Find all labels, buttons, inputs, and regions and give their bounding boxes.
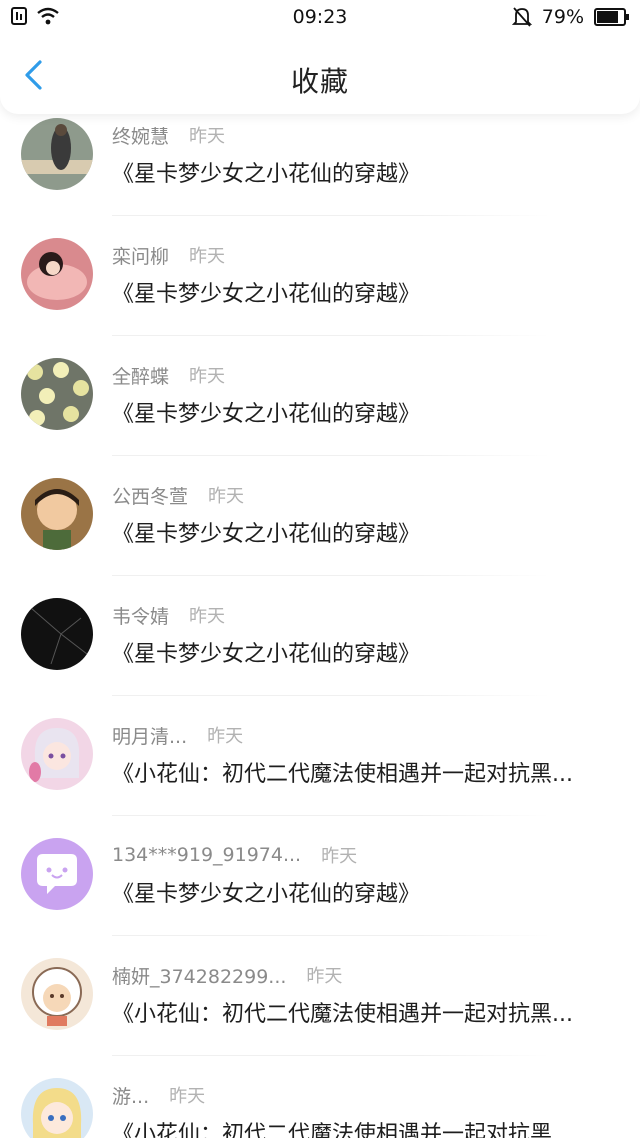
avatar[interactable] <box>21 238 93 310</box>
mute-bell-icon <box>511 7 532 27</box>
book-title[interactable]: 《星卡梦少女之小花仙的穿越》 <box>112 876 617 908</box>
page-title: 收藏 <box>290 65 349 98</box>
item-meta: 栾问柳 昨天 <box>112 242 225 268</box>
avatar[interactable] <box>21 598 93 670</box>
book-title[interactable]: 《星卡梦少女之小花仙的穿越》 <box>112 276 617 308</box>
status-bar: 09:23 79% <box>0 0 640 34</box>
item-date: 昨天 <box>189 246 226 267</box>
book-title[interactable]: 《星卡梦少女之小花仙的穿越》 <box>112 156 617 188</box>
user-name[interactable]: 公西冬萱 <box>112 482 188 509</box>
list-item[interactable]: 134***919_91974... 昨天 《星卡梦少女之小花仙的穿越》 <box>0 816 640 936</box>
item-date: 昨天 <box>207 726 244 747</box>
item-meta: 游... 昨天 <box>112 1082 205 1108</box>
item-date: 昨天 <box>189 126 226 147</box>
book-title[interactable]: 《小花仙：初代二代魔法使相遇并一起对抗黑... <box>112 1116 617 1138</box>
item-meta: 134***919_91974... 昨天 <box>112 842 357 868</box>
user-name[interactable]: 楠妍_374282299... <box>112 962 286 989</box>
user-name[interactable]: 韦令婧 <box>112 602 169 629</box>
user-name[interactable]: 明月清... <box>112 722 187 749</box>
avatar[interactable] <box>21 118 93 190</box>
book-title[interactable]: 《小花仙：初代二代魔法使相遇并一起对抗黑... <box>112 756 617 788</box>
list-item[interactable]: 楠妍_374282299... 昨天 《小花仙：初代二代魔法使相遇并一起对抗黑.… <box>0 936 640 1056</box>
avatar[interactable] <box>21 718 93 790</box>
user-name[interactable]: 游... <box>112 1082 149 1109</box>
nav-bar: 收藏 <box>0 34 640 114</box>
avatar[interactable] <box>21 838 93 910</box>
status-right: 79% <box>511 6 630 28</box>
avatar[interactable] <box>21 478 93 550</box>
user-name[interactable]: 134***919_91974... <box>112 844 301 866</box>
list-item[interactable]: 全醉蝶 昨天 《星卡梦少女之小花仙的穿越》 <box>0 336 640 456</box>
list-item[interactable]: 韦令婧 昨天 《星卡梦少女之小花仙的穿越》 <box>0 576 640 696</box>
item-date: 昨天 <box>169 1086 206 1107</box>
favorites-list: 终婉慧 昨天 《星卡梦少女之小花仙的穿越》 栾问柳 昨天 《星卡梦少女之小花仙的… <box>0 96 640 1138</box>
item-date: 昨天 <box>306 966 343 987</box>
item-date: 昨天 <box>189 366 226 387</box>
item-meta: 终婉慧 昨天 <box>112 122 225 148</box>
avatar[interactable] <box>21 1078 93 1138</box>
list-item[interactable]: 终婉慧 昨天 《星卡梦少女之小花仙的穿越》 <box>0 96 640 216</box>
battery-level: 79% <box>541 6 584 28</box>
battery-icon <box>594 8 629 26</box>
user-name[interactable]: 终婉慧 <box>112 122 169 149</box>
item-date: 昨天 <box>208 486 245 507</box>
item-meta: 楠妍_374282299... 昨天 <box>112 962 342 988</box>
item-meta: 韦令婧 昨天 <box>112 602 225 628</box>
avatar[interactable] <box>21 958 93 1030</box>
list-item[interactable]: 栾问柳 昨天 《星卡梦少女之小花仙的穿越》 <box>0 216 640 336</box>
item-meta: 公西冬萱 昨天 <box>112 482 244 508</box>
book-title[interactable]: 《星卡梦少女之小花仙的穿越》 <box>112 516 617 548</box>
list-item[interactable]: 明月清... 昨天 《小花仙：初代二代魔法使相遇并一起对抗黑... <box>0 696 640 816</box>
book-title[interactable]: 《星卡梦少女之小花仙的穿越》 <box>112 396 617 428</box>
list-item[interactable]: 公西冬萱 昨天 《星卡梦少女之小花仙的穿越》 <box>0 456 640 576</box>
item-date: 昨天 <box>189 606 226 627</box>
list-item[interactable]: 游... 昨天 《小花仙：初代二代魔法使相遇并一起对抗黑... <box>0 1056 640 1138</box>
book-title[interactable]: 《小花仙：初代二代魔法使相遇并一起对抗黑... <box>112 996 617 1028</box>
book-title[interactable]: 《星卡梦少女之小花仙的穿越》 <box>112 636 617 668</box>
avatar[interactable] <box>21 358 93 430</box>
item-meta: 全醉蝶 昨天 <box>112 362 225 388</box>
user-name[interactable]: 栾问柳 <box>112 242 169 269</box>
user-name[interactable]: 全醉蝶 <box>112 362 169 389</box>
item-meta: 明月清... 昨天 <box>112 722 243 748</box>
item-date: 昨天 <box>321 846 358 867</box>
